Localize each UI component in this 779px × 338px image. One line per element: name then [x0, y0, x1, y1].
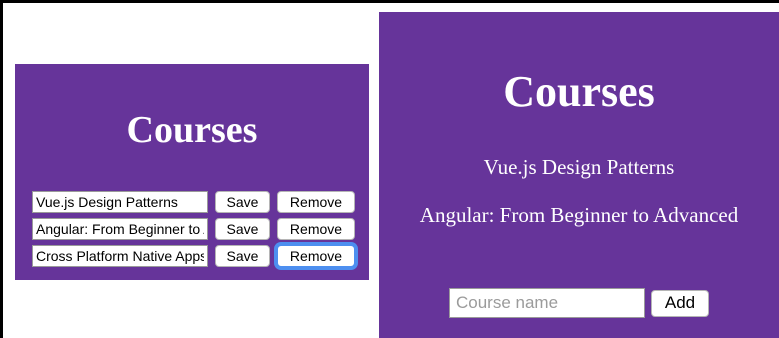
course-list-item: Vue.js Design Patterns — [483, 155, 675, 179]
save-button[interactable]: Save — [215, 218, 270, 240]
course-list-item: Angular: From Beginner to Advanced — [419, 203, 739, 227]
save-button[interactable]: Save — [215, 191, 270, 213]
panel-title: Courses — [503, 67, 655, 116]
courses-editor-panel: Courses Save Remove Save Remove Save Rem… — [15, 64, 369, 280]
course-name-input[interactable] — [32, 245, 208, 267]
save-button[interactable]: Save — [215, 245, 270, 267]
course-name-input[interactable] — [32, 191, 208, 213]
course-name-input[interactable] — [449, 288, 645, 318]
add-course-form: Add — [449, 288, 709, 318]
panel-title: Courses — [126, 109, 258, 151]
course-list: Vue.js Design Patterns Angular: From Beg… — [379, 154, 779, 228]
remove-button[interactable]: Remove — [277, 191, 355, 213]
courses-list-panel: Courses Vue.js Design Patterns Angular: … — [379, 12, 779, 338]
course-edit-row: Save Remove — [32, 189, 355, 215]
frame-border — [0, 0, 779, 3]
frame-border — [0, 0, 3, 338]
course-edit-list: Save Remove Save Remove Save Remove — [32, 189, 355, 270]
remove-button[interactable]: Remove — [277, 245, 355, 267]
course-name-input[interactable] — [32, 218, 208, 240]
course-edit-row: Save Remove — [32, 243, 355, 269]
course-edit-row: Save Remove — [32, 216, 355, 242]
remove-button[interactable]: Remove — [277, 218, 355, 240]
add-button[interactable]: Add — [651, 289, 709, 317]
